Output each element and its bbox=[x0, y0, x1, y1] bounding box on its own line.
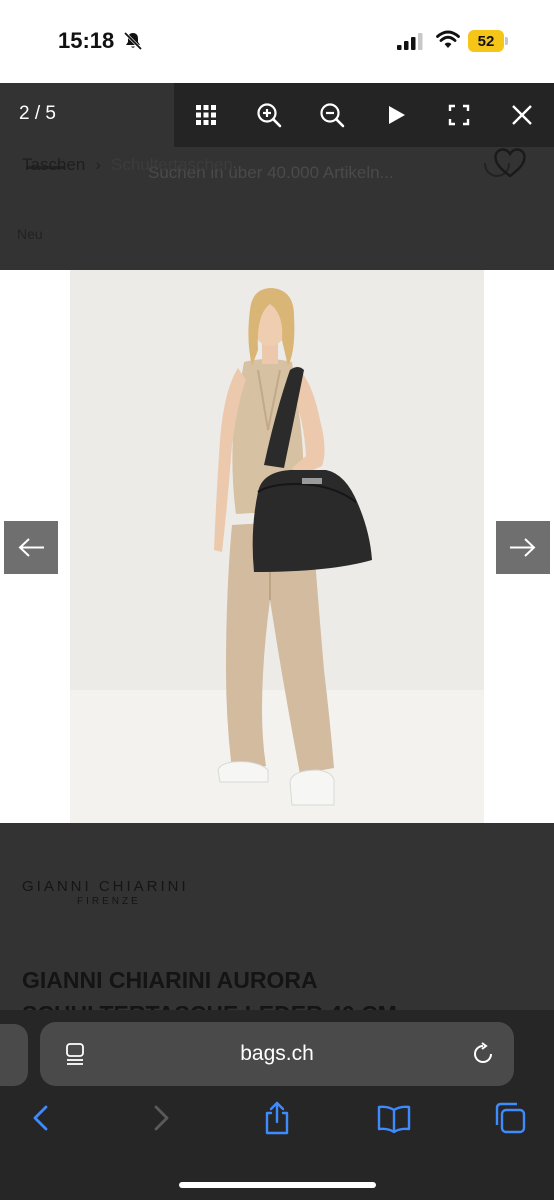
status-bar: 15:18 52 bbox=[0, 0, 554, 83]
home-indicator bbox=[179, 1182, 376, 1188]
breadcrumb-item-taschen: Taschen bbox=[22, 155, 86, 174]
battery-icon: 52 bbox=[468, 30, 508, 52]
tabs-icon bbox=[495, 1102, 526, 1134]
address-bar[interactable]: bags.ch bbox=[40, 1022, 514, 1086]
wifi-icon bbox=[436, 30, 460, 48]
forward-button[interactable] bbox=[143, 1100, 179, 1136]
bookmarks-button[interactable] bbox=[376, 1100, 412, 1136]
zoom-in-icon[interactable] bbox=[253, 99, 285, 131]
grid-icon[interactable] bbox=[190, 99, 222, 131]
brand-sub: FIRENZE bbox=[77, 896, 141, 907]
share-button[interactable] bbox=[259, 1100, 295, 1136]
signal-icon bbox=[397, 33, 423, 50]
status-time: 15:18 bbox=[58, 28, 115, 53]
new-badge: Neu bbox=[17, 226, 43, 242]
safari-toolbar bbox=[0, 1100, 554, 1144]
bell-slash-icon bbox=[123, 31, 143, 51]
back-icon bbox=[33, 1105, 48, 1131]
breadcrumb: Taschen › Schultertaschen bbox=[22, 155, 233, 175]
product-title-line-1: GIANNI CHIARINI AURORA bbox=[22, 967, 318, 993]
image-counter: 2 / 5 bbox=[19, 103, 56, 124]
reload-icon[interactable] bbox=[471, 1042, 495, 1066]
share-icon bbox=[265, 1101, 289, 1135]
forward-icon bbox=[154, 1105, 169, 1131]
chevron-right-icon: › bbox=[95, 155, 101, 174]
heart-icon bbox=[494, 148, 526, 178]
screen: 15:18 52 Suchen in über 40.000 Artikeln.… bbox=[0, 0, 554, 1200]
back-button[interactable] bbox=[23, 1100, 59, 1136]
tabs-button[interactable] bbox=[492, 1100, 528, 1136]
prev-image-button[interactable] bbox=[4, 521, 58, 574]
next-image-button[interactable] bbox=[496, 521, 550, 574]
address-text: bags.ch bbox=[240, 1042, 314, 1065]
arrow-right-icon bbox=[510, 538, 536, 557]
arrow-left-icon bbox=[18, 538, 44, 557]
lightbox-toolbar bbox=[174, 83, 554, 147]
fullscreen-icon[interactable] bbox=[443, 99, 475, 131]
close-icon[interactable] bbox=[506, 99, 538, 131]
brand-name: GIANNI CHIARINI bbox=[22, 878, 189, 895]
zoom-out-icon[interactable] bbox=[316, 99, 348, 131]
breadcrumb-item-schultertaschen: Schultertaschen bbox=[111, 155, 233, 174]
product-image[interactable] bbox=[0, 270, 554, 823]
bookmarks-icon bbox=[377, 1105, 411, 1134]
play-icon[interactable] bbox=[380, 99, 412, 131]
previous-tab-peek[interactable] bbox=[0, 1024, 28, 1086]
battery-level: 52 bbox=[477, 33, 495, 50]
safari-bottom-bar: bags.ch bbox=[0, 1010, 554, 1200]
